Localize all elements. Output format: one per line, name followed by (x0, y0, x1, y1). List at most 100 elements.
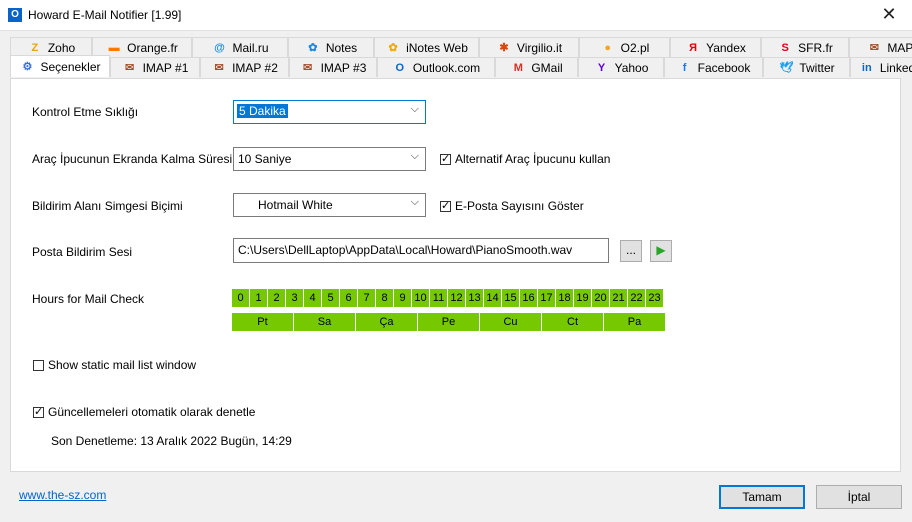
static-list-checkbox[interactable]: Show static mail list window (33, 358, 196, 372)
day-cell[interactable]: Cu (480, 313, 541, 331)
hour-cell[interactable]: 21 (610, 289, 627, 307)
tooltip-duration-select[interactable]: 10 Saniye ⌵ (233, 147, 426, 171)
envelope-icon: ✉ (214, 61, 224, 74)
hour-cell[interactable]: 13 (466, 289, 483, 307)
linkedin-icon: in (861, 61, 872, 74)
sound-path-input[interactable]: C:\Users\DellLaptop\AppData\Local\Howard… (233, 238, 609, 263)
tab-gmail[interactable]: M GMail (495, 57, 578, 77)
notes-icon: ✿ (308, 41, 318, 54)
window-title: Howard E-Mail Notifier [1.99] (28, 8, 182, 22)
hour-cell[interactable]: 1 (250, 289, 267, 307)
hour-cell[interactable]: 22 (628, 289, 645, 307)
hour-cell[interactable]: 8 (376, 289, 393, 307)
o2-icon: ● (604, 41, 611, 54)
tab-label: LinkedIn (879, 60, 912, 75)
hours-grid: 0 1 2 3 4 5 6 7 8 9 10 11 12 13 14 15 16 17 18 19 20 21 22 23 (232, 289, 663, 307)
show-count-checkbox[interactable]: E-Posta Sayısını Göster (440, 199, 584, 213)
hour-cell[interactable]: 9 (394, 289, 411, 307)
alt-tooltip-checkbox[interactable]: Alternatif Araç İpucunu kullan (440, 152, 610, 166)
hour-cell[interactable]: 10 (412, 289, 429, 307)
tab-virgilio-it[interactable]: ✱ Virgilio.it (479, 37, 579, 57)
tab-se-enekler[interactable]: ⚙ Seçenekler (10, 55, 110, 77)
hour-cell[interactable]: 3 (286, 289, 303, 307)
tab-linkedin[interactable]: in LinkedIn (850, 57, 912, 77)
tab-label: MAPI (887, 40, 912, 55)
tab-label: Virgilio.it (516, 40, 563, 55)
envelope-icon: ✉ (302, 61, 313, 74)
tab-zoho[interactable]: Z Zoho (10, 37, 92, 57)
tab-sfr-fr[interactable]: S SFR.fr (761, 37, 849, 57)
tab-o2-pl[interactable]: ● O2.pl (579, 37, 670, 57)
tab-outlook-com[interactable]: O Outlook.com (377, 57, 495, 77)
tray-icon-select[interactable]: Hotmail White ⌵ (233, 193, 426, 217)
hour-cell[interactable]: 11 (430, 289, 447, 307)
hour-cell[interactable]: 0 (232, 289, 249, 307)
tab-row-1: Z Zoho ▬ Orange.fr @ Mail.ru ✿ Notes ✿ iNotes Web… (10, 37, 912, 58)
day-cell[interactable]: Ça (356, 313, 417, 331)
auto-update-box[interactable] (33, 405, 44, 418)
hour-cell[interactable]: 6 (340, 289, 357, 307)
ok-button[interactable]: Tamam (719, 485, 805, 509)
close-icon[interactable]: ✕ (866, 0, 912, 30)
tab-label: Zoho (47, 40, 76, 55)
tray-icon-value: Hotmail White (258, 198, 333, 212)
day-cell[interactable]: Pt (232, 313, 293, 331)
tab-imap-2[interactable]: ✉ IMAP #2 (200, 57, 289, 77)
hour-cell[interactable]: 17 (538, 289, 555, 307)
hour-cell[interactable]: 23 (646, 289, 663, 307)
hour-cell[interactable]: 16 (520, 289, 537, 307)
tab-yandex[interactable]: Я Yandex (670, 37, 761, 57)
static-list-box[interactable] (33, 359, 44, 371)
orange-icon: ▬ (108, 41, 120, 54)
tab-label: Seçenekler (40, 59, 101, 74)
chevron-down-icon: ⌵ (410, 150, 419, 162)
hour-cell[interactable]: 14 (484, 289, 501, 307)
mailru-icon: @ (214, 41, 225, 54)
tab-label: Mail.ru (232, 40, 269, 55)
check-freq-select[interactable]: 5 Dakika ⌵ (233, 100, 426, 124)
yahoo-icon: Y (597, 61, 606, 74)
show-count-box[interactable] (440, 199, 451, 212)
day-cell[interactable]: Ct (542, 313, 603, 331)
tab-row-2: ⚙ Seçenekler ✉ IMAP #1 ✉ IMAP #2 ✉ IMAP #3 O Outl… (10, 55, 912, 78)
title-bar: O Howard E-Mail Notifier [1.99] ✕ (0, 0, 912, 31)
tab-twitter[interactable]: 🕊 Twitter (763, 57, 850, 77)
tab-notes[interactable]: ✿ Notes (288, 37, 374, 57)
auto-update-checkbox[interactable]: Güncellemeleri otomatik olarak denetle (33, 405, 255, 419)
tab-label: Yandex (706, 40, 746, 55)
hour-cell[interactable]: 4 (304, 289, 321, 307)
gmail-icon: M (513, 61, 523, 74)
inotes-icon: ✿ (388, 41, 398, 54)
hour-cell[interactable]: 15 (502, 289, 519, 307)
yandex-icon: Я (689, 41, 698, 54)
website-link[interactable]: www.the-sz.com (19, 488, 106, 502)
hour-cell[interactable]: 18 (556, 289, 573, 307)
hour-cell[interactable]: 7 (358, 289, 375, 307)
tab-imap-3[interactable]: ✉ IMAP #3 (289, 57, 377, 77)
tab-mail-ru[interactable]: @ Mail.ru (192, 37, 288, 57)
hour-cell[interactable]: 12 (448, 289, 465, 307)
cancel-button[interactable]: İptal (816, 485, 902, 509)
play-icon[interactable]: ▶ (650, 240, 672, 262)
hour-cell[interactable]: 5 (322, 289, 339, 307)
tab-facebook[interactable]: f Facebook (664, 57, 763, 77)
tab-mapi[interactable]: ✉ MAPI (849, 37, 912, 57)
tab-yahoo[interactable]: Y Yahoo (578, 57, 664, 77)
browse-button[interactable]: ... (620, 240, 642, 262)
tab-label: IMAP #2 (232, 60, 278, 75)
tab-label: Facebook (697, 60, 751, 75)
twitter-icon: 🕊 (779, 61, 794, 74)
hour-cell[interactable]: 2 (268, 289, 285, 307)
check-freq-value: 5 Dakika (237, 104, 288, 118)
day-cell[interactable]: Pa (604, 313, 665, 331)
tab-orange-fr[interactable]: ▬ Orange.fr (92, 37, 192, 57)
virgilio-icon: ✱ (499, 41, 509, 54)
day-cell[interactable]: Sa (294, 313, 355, 331)
tab-imap-1[interactable]: ✉ IMAP #1 (110, 57, 200, 77)
hour-cell[interactable]: 20 (592, 289, 609, 307)
hour-cell[interactable]: 19 (574, 289, 591, 307)
alt-tooltip-box[interactable] (440, 152, 451, 165)
day-cell[interactable]: Pe (418, 313, 479, 331)
show-count-label: E-Posta Sayısını Göster (455, 199, 584, 213)
tab-inotes-web[interactable]: ✿ iNotes Web (374, 37, 479, 57)
